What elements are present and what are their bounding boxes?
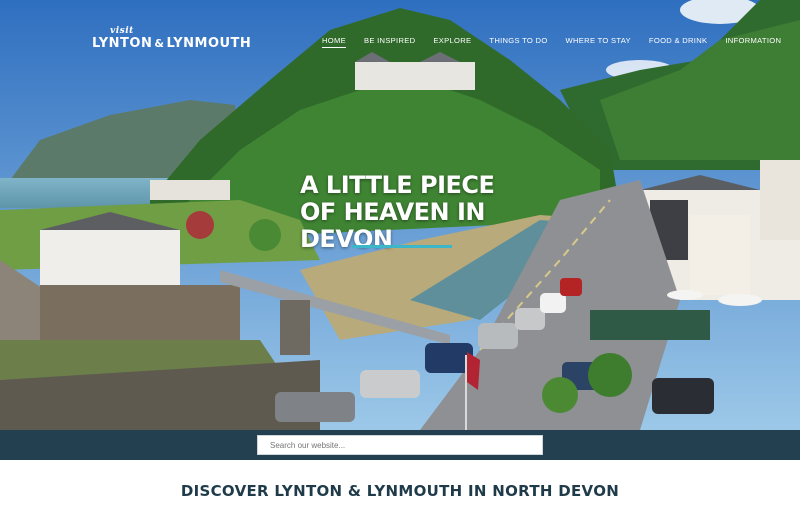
nav-item-things-to-do[interactable]: THINGS TO DO — [489, 36, 547, 48]
hero-headline: A LITTLE PIECE OF HEAVEN IN DEVON — [300, 171, 495, 253]
nav-item-home[interactable]: HOME — [322, 36, 346, 48]
headline-accent-bar — [352, 245, 452, 248]
nav-item-explore[interactable]: EXPLORE — [433, 36, 471, 48]
nav-item-food-drink[interactable]: FOOD & DRINK — [649, 36, 707, 48]
discover-heading: DISCOVER LYNTON & LYNMOUTH IN NORTH DEVO… — [180, 482, 620, 500]
main-nav: HOME BE INSPIRED EXPLORE THINGS TO DO WH… — [322, 36, 799, 48]
nav-item-where-to-stay[interactable]: WHERE TO STAY — [566, 36, 631, 48]
logo-visit-text: visit — [110, 26, 134, 36]
nav-item-be-inspired[interactable]: BE INSPIRED — [364, 36, 415, 48]
nav-item-information[interactable]: INFORMATION — [725, 36, 781, 48]
logo-wordmark: LYNTON & LYNMOUTH — [92, 36, 251, 51]
logo-ampersand: & — [154, 37, 165, 50]
site-search-input[interactable] — [257, 435, 543, 455]
logo-name-left: LYNTON — [92, 36, 153, 51]
hero-section: visit LYNTON & LYNMOUTH HOME BE INSPIRED E… — [0, 0, 800, 430]
logo-name-right: LYNMOUTH — [166, 36, 252, 51]
